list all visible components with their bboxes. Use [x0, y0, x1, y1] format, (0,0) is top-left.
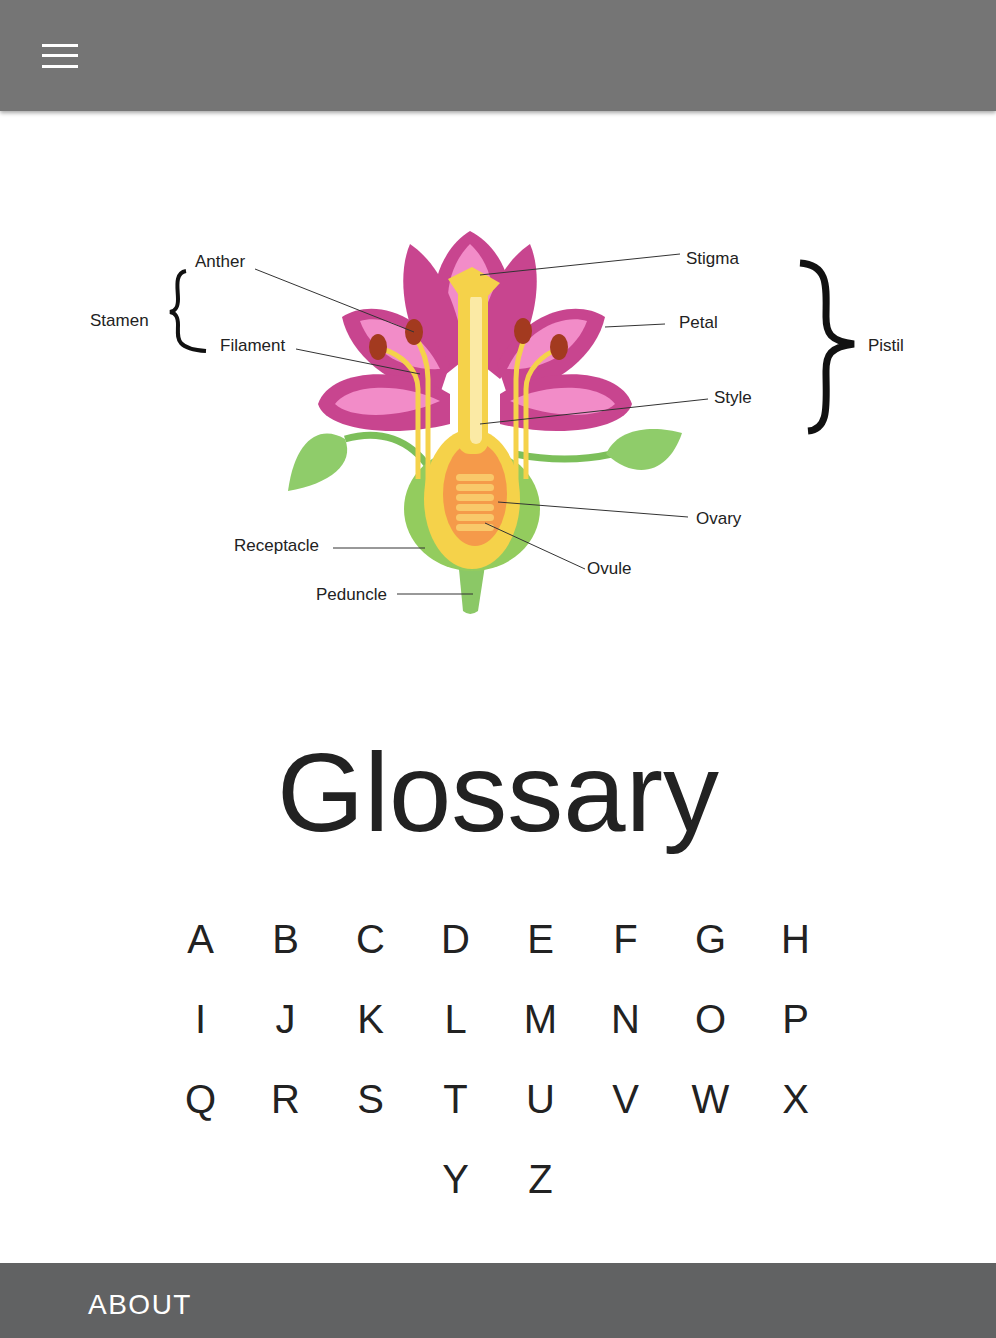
braces	[170, 263, 854, 431]
letter-link[interactable]: Y	[413, 1139, 498, 1219]
letter-link[interactable]: O	[668, 979, 753, 1059]
letter-link[interactable]: Z	[498, 1139, 583, 1219]
letter-link[interactable]: M	[498, 979, 583, 1059]
letter-link[interactable]: D	[413, 899, 498, 979]
letter-link[interactable]: U	[498, 1059, 583, 1139]
diagram-label: Petal	[679, 313, 718, 332]
letter-link[interactable]: E	[498, 899, 583, 979]
letter-link[interactable]: F	[583, 899, 668, 979]
letter-link[interactable]: V	[583, 1059, 668, 1139]
diagram-label: Filament	[220, 336, 285, 355]
style	[448, 267, 500, 454]
letter-link[interactable]: G	[668, 899, 753, 979]
diagram-label: Peduncle	[316, 585, 387, 604]
diagram-label: Ovary	[696, 509, 742, 528]
letter-link[interactable]: H	[753, 899, 838, 979]
leader-lines	[255, 254, 708, 594]
letter-link[interactable]: Q	[158, 1059, 243, 1139]
diagram-label: Stamen	[90, 311, 149, 330]
letter-index: ABCDEFGH IJKLMNOP QRSTUVWX YZ	[158, 899, 838, 1219]
letter-link[interactable]: B	[243, 899, 328, 979]
letter-link[interactable]: N	[583, 979, 668, 1059]
footer-bar: ABOUT	[0, 1263, 996, 1338]
letter-link[interactable]: C	[328, 899, 413, 979]
stamens	[382, 335, 558, 489]
page-title: Glossary	[277, 737, 719, 849]
flower-diagram: Stamen Anther Filament Stigma Petal Style Pist…	[0, 111, 996, 671]
anthers	[369, 318, 568, 360]
letter-link[interactable]: A	[158, 899, 243, 979]
letter-link[interactable]: S	[328, 1059, 413, 1139]
diagram-label: Pistil	[868, 336, 904, 355]
diagram-label: Style	[714, 388, 752, 407]
diagram-label: Ovule	[587, 559, 631, 578]
letter-link[interactable]: P	[753, 979, 838, 1059]
about-link[interactable]: ABOUT	[88, 1289, 192, 1320]
letter-link[interactable]: T	[413, 1059, 498, 1139]
letter-link[interactable]: R	[243, 1059, 328, 1139]
letter-link[interactable]: L	[413, 979, 498, 1059]
letter-link[interactable]: X	[753, 1059, 838, 1139]
letter-link[interactable]: W	[668, 1059, 753, 1139]
letter-link[interactable]: K	[328, 979, 413, 1059]
letter-link[interactable]: J	[243, 979, 328, 1059]
menu-icon[interactable]	[42, 44, 78, 68]
letter-link[interactable]: I	[158, 979, 243, 1059]
diagram-labels: Stamen Anther Filament Stigma Petal Style Pist…	[90, 249, 904, 604]
diagram-label: Stigma	[686, 249, 739, 268]
diagram-label: Anther	[195, 252, 245, 271]
diagram-label: Receptacle	[234, 536, 319, 555]
top-bar	[0, 0, 996, 111]
